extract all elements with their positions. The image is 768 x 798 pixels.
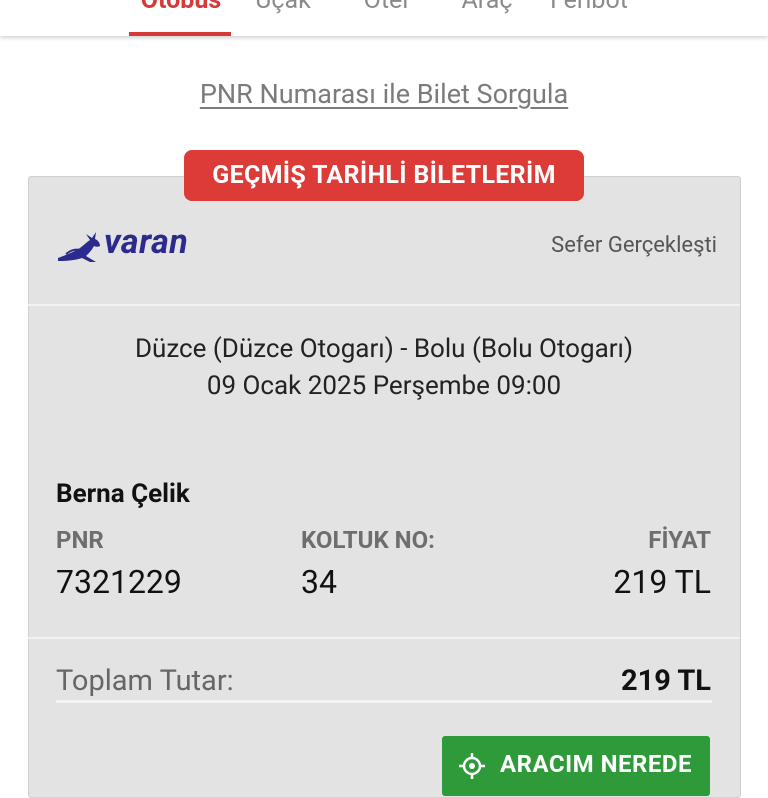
company-name: varan — [104, 222, 189, 262]
price-value: 219 TL — [613, 563, 711, 601]
tab-ferry[interactable]: Feribot — [543, 0, 635, 26]
route-text: Düzce (Düzce Otogarı) - Bolu (Bolu Otoga… — [134, 334, 634, 364]
passenger-name: Berna Çelik — [56, 479, 190, 509]
tab-car[interactable]: Araç — [456, 0, 518, 26]
pnr-label: PNR — [56, 526, 104, 554]
tab-bus[interactable]: Otobüs — [131, 0, 231, 26]
card-divider-2 — [28, 637, 740, 639]
total-label: Toplam Tutar: — [56, 664, 234, 698]
total-value: 219 TL — [620, 664, 711, 698]
seat-label: KOLTUK NO: — [301, 526, 435, 554]
trip-status: Sefer Gerçekleşti — [551, 233, 717, 258]
past-tickets-badge: GEÇMİŞ TARİHLİ BİLETLERİM — [184, 150, 584, 201]
top-tab-bar: Otobüs Uçak Otel Araç Feribot — [0, 0, 768, 36]
tab-hotel[interactable]: Otel — [356, 0, 416, 26]
varan-logo: varan — [56, 222, 226, 268]
where-button-label: ARACIM NEREDE — [500, 750, 693, 778]
seat-value: 34 — [301, 563, 337, 601]
pnr-value: 7321229 — [56, 563, 182, 601]
total-underline — [56, 700, 712, 703]
location-target-icon — [459, 753, 485, 779]
tab-flight[interactable]: Uçak — [249, 0, 317, 26]
trip-datetime: 09 Ocak 2025 Perşembe 09:00 — [206, 371, 562, 401]
deer-icon — [58, 232, 100, 262]
card-divider — [28, 304, 740, 306]
active-tab-indicator — [129, 32, 231, 36]
price-label: FİYAT — [648, 526, 711, 554]
pnr-query-link[interactable]: PNR Numarası ile Bilet Sorgula — [0, 78, 768, 110]
where-is-my-vehicle-button[interactable]: ARACIM NEREDE — [442, 736, 710, 796]
